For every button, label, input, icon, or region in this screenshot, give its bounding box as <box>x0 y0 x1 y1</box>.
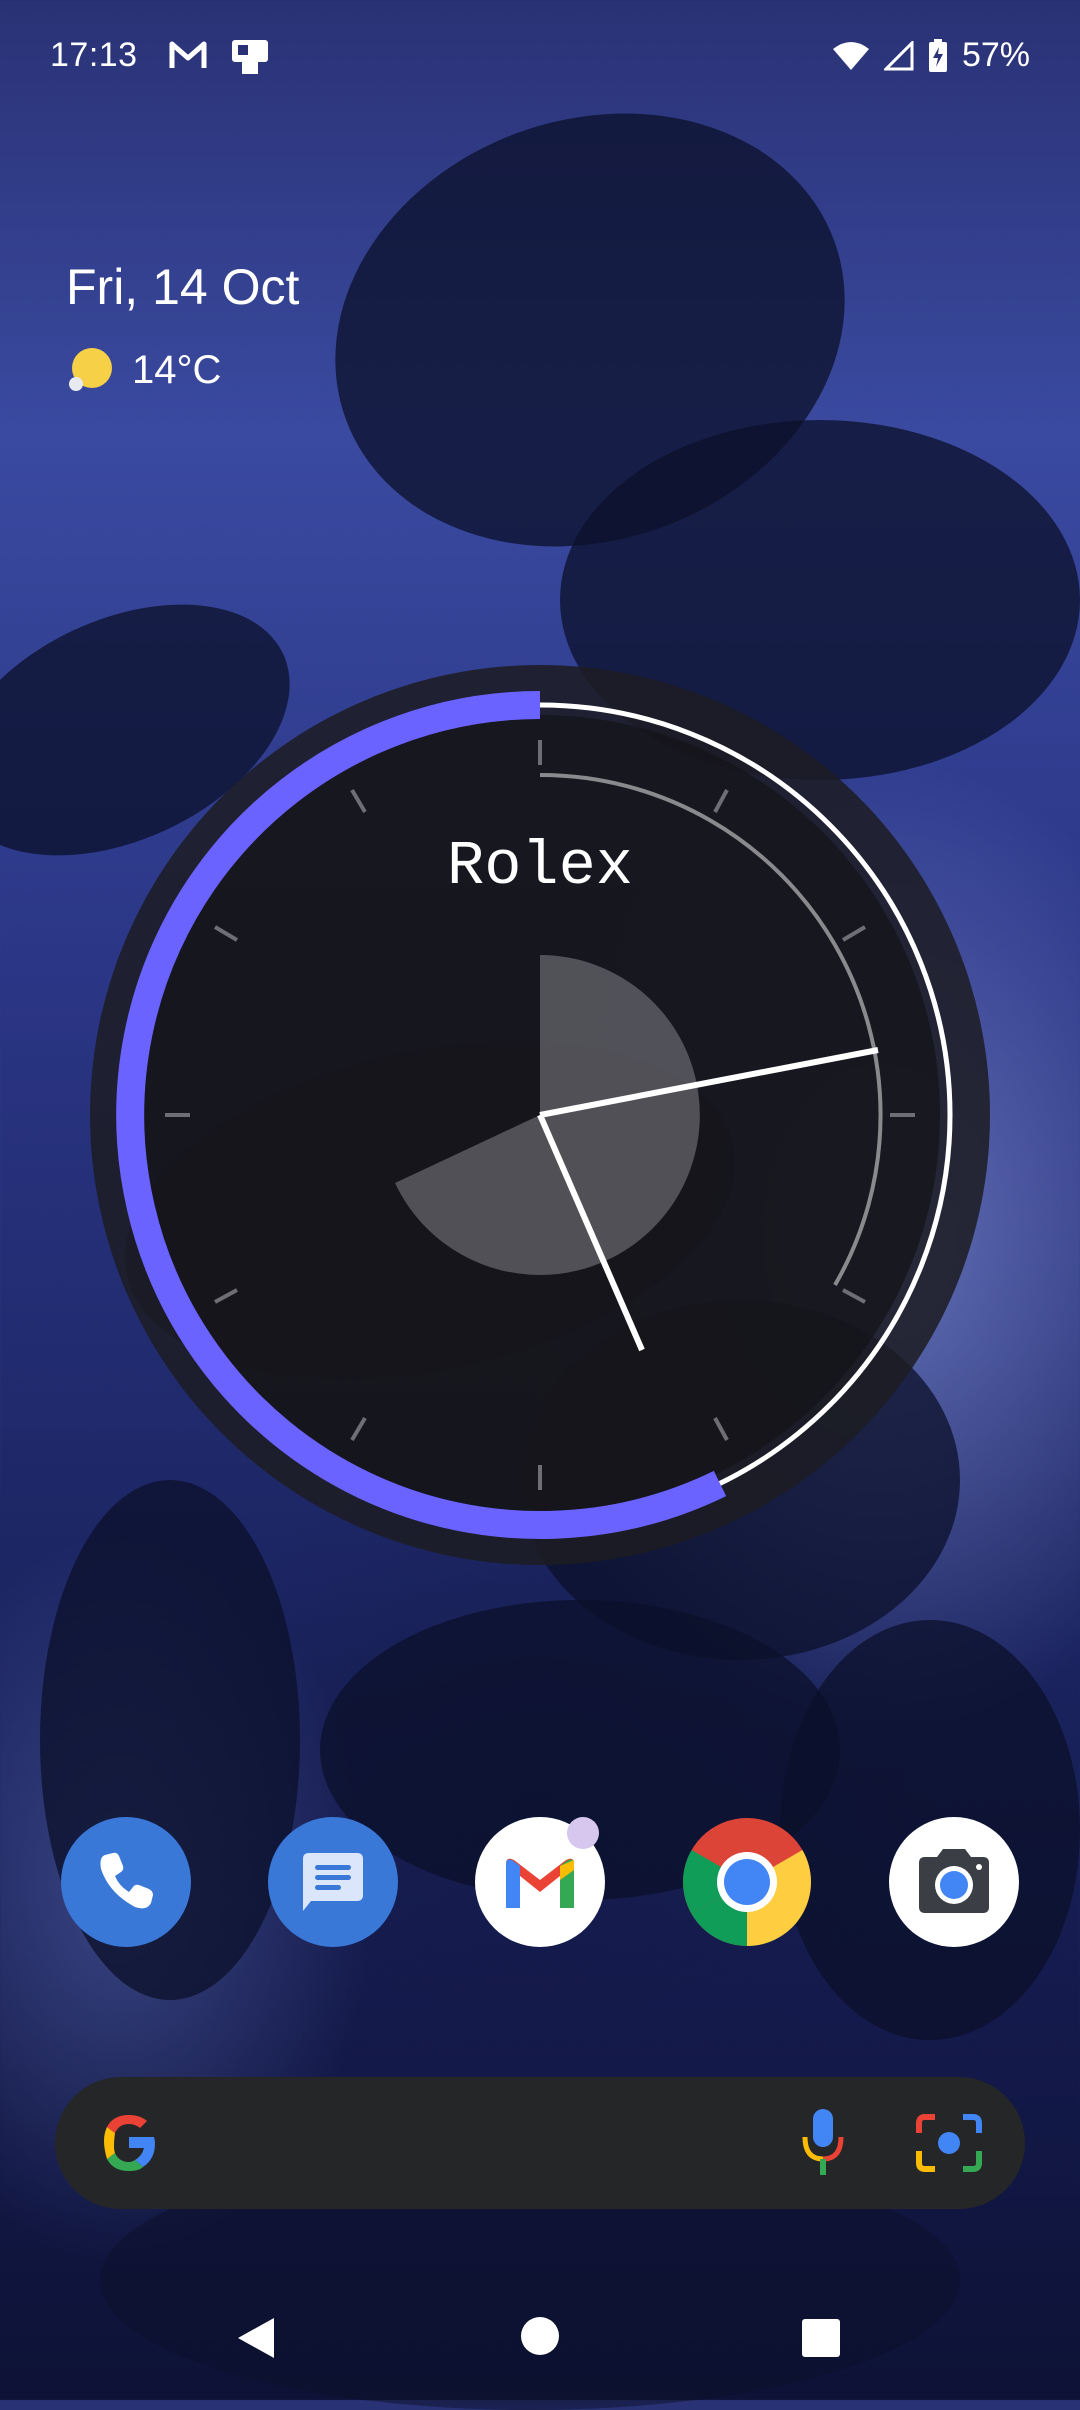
wifi-icon <box>832 41 869 70</box>
chrome-icon <box>683 1818 811 1946</box>
messages-app[interactable] <box>268 1817 398 1947</box>
status-indicators: 57% <box>832 36 1030 75</box>
status-time: 17:13 <box>50 36 138 74</box>
back-button[interactable] <box>234 2314 278 2362</box>
notification-icons <box>168 38 270 76</box>
mic-icon[interactable] <box>800 2107 846 2179</box>
battery-charging-icon <box>928 38 947 72</box>
gmail-badge <box>567 1817 599 1849</box>
sunny-icon <box>69 348 112 391</box>
temperature: 14°C <box>132 347 222 392</box>
battery-percent: 57% <box>961 36 1030 74</box>
cell-signal-icon <box>883 40 914 70</box>
clock-brand: Rolex <box>447 831 633 902</box>
gmail-app[interactable] <box>475 1817 605 1947</box>
date-text[interactable]: Fri, 14 Oct <box>66 258 299 316</box>
phone-icon <box>100 1852 153 1909</box>
camera-app[interactable] <box>889 1817 1019 1947</box>
dock <box>0 1817 1080 1947</box>
chrome-app[interactable] <box>682 1817 812 1947</box>
home-button[interactable] <box>520 2316 560 2356</box>
weather-row[interactable]: 14°C <box>66 346 221 394</box>
messages-icon <box>303 1853 363 1911</box>
google-search-bar[interactable] <box>55 2077 1025 2209</box>
status-bar: 17:13 57% <box>0 0 1080 120</box>
google-g-icon[interactable] <box>97 2111 161 2175</box>
clock-widget[interactable]: Rolex <box>90 665 990 1565</box>
lens-icon[interactable] <box>913 2111 985 2175</box>
gmail-icon <box>506 1858 574 1908</box>
device-notification-icon <box>232 40 268 74</box>
gmail-notification-icon <box>169 41 207 68</box>
navigation-bar <box>0 2280 1080 2400</box>
recents-button[interactable] <box>801 2318 841 2358</box>
camera-icon <box>919 1849 989 1913</box>
phone-app[interactable] <box>61 1817 191 1947</box>
